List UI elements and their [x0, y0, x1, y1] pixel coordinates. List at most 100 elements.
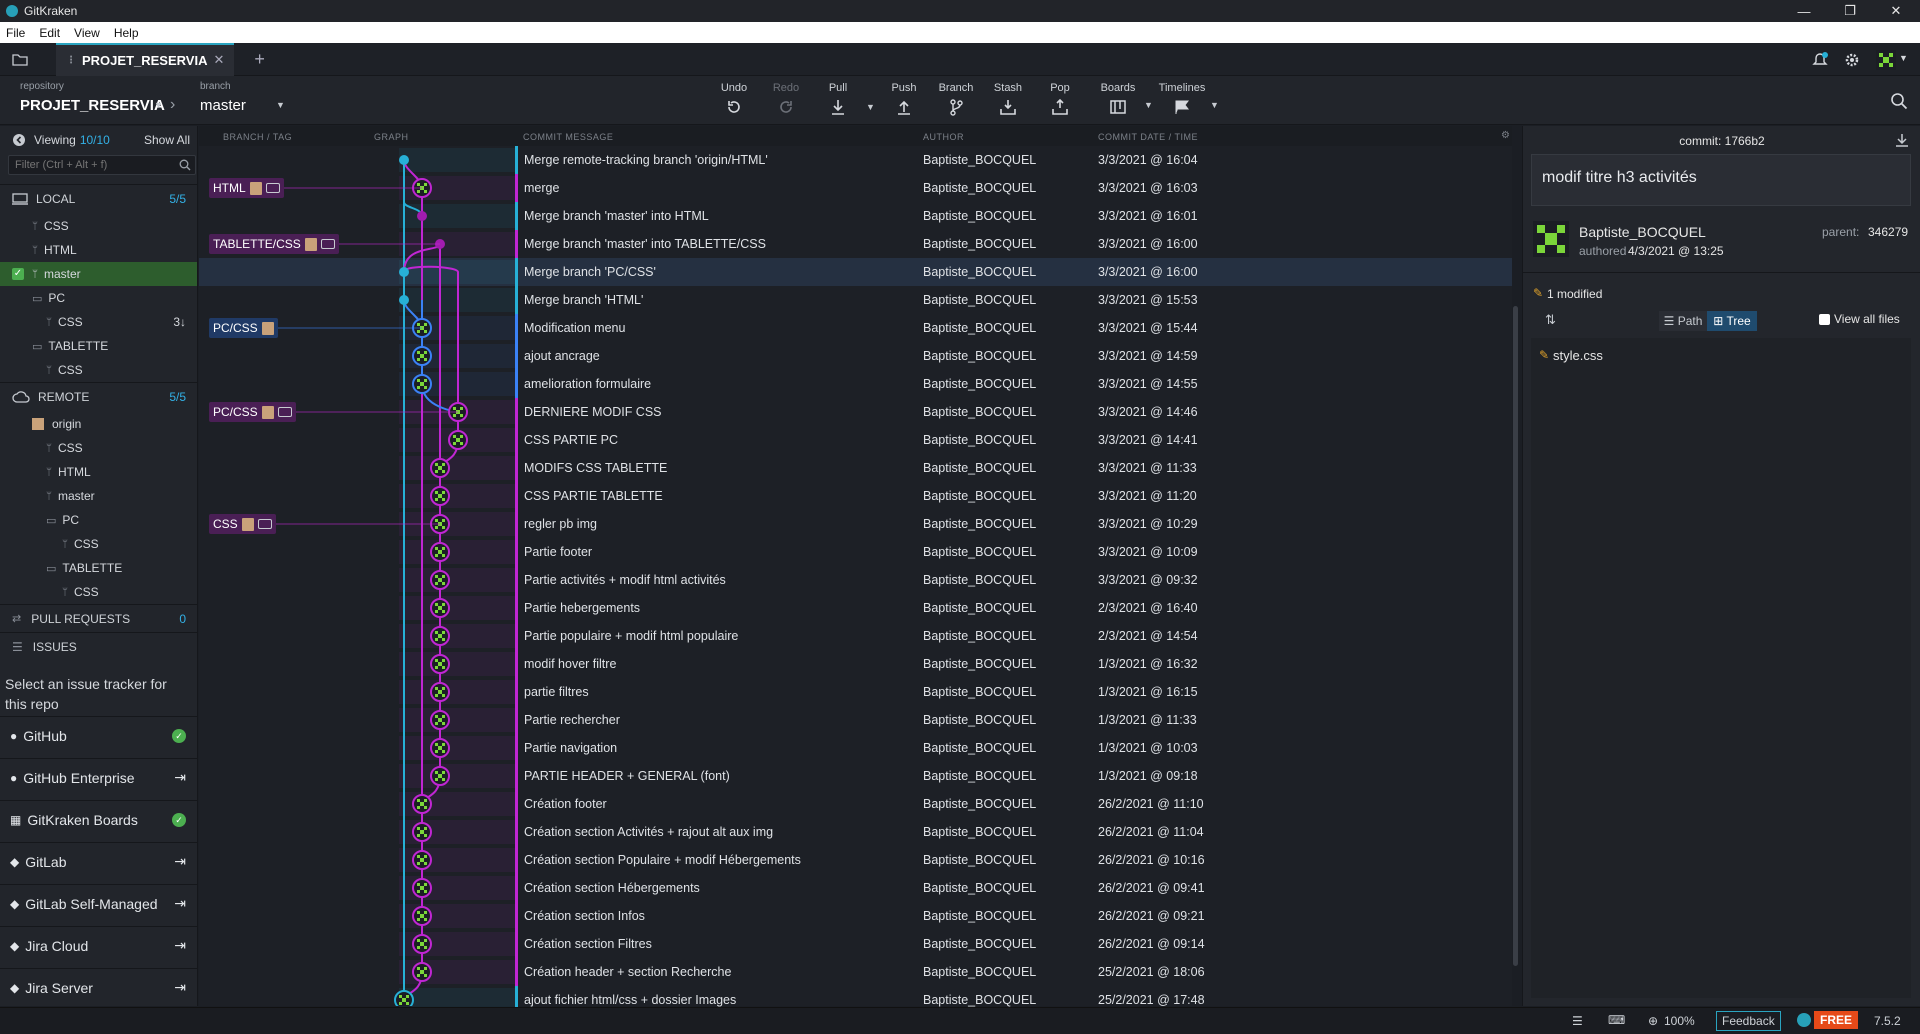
- remote-branch-master[interactable]: ᛘ master: [0, 484, 197, 508]
- view-all-files-checkbox[interactable]: [1819, 314, 1830, 325]
- commit-summary-box[interactable]: modif titre h3 activités: [1531, 154, 1911, 206]
- timelines-chevron-icon[interactable]: ▼: [1210, 100, 1219, 110]
- pull-requests-section[interactable]: ⇄ PULL REQUESTS 0: [0, 604, 197, 632]
- local-branch-master[interactable]: ✓ ᛘ master: [0, 262, 197, 286]
- local-folder-tablette[interactable]: ▭ TABLETTE: [0, 334, 197, 358]
- commit-message: ajout fichier html/css + dossier Images: [524, 993, 737, 1007]
- branch-tag[interactable]: HTML: [209, 178, 284, 198]
- close-window-button[interactable]: ✕: [1873, 0, 1919, 22]
- branch-tag[interactable]: CSS: [209, 514, 276, 534]
- commit-node: [412, 934, 432, 954]
- stash-button[interactable]: Stash: [984, 82, 1032, 116]
- branch-tag[interactable]: PC/CSS: [209, 318, 278, 338]
- integration-jira-server[interactable]: ◆ Jira Server ⇥: [0, 968, 197, 1006]
- branch-button[interactable]: Branch: [932, 82, 980, 116]
- integration-gitlab-self-managed[interactable]: ◆ GitLab Self-Managed ⇥: [0, 884, 197, 922]
- branch-tag[interactable]: PC/CSS: [209, 402, 296, 422]
- local-branch-html[interactable]: ᛘ HTML: [0, 238, 197, 262]
- download-patch-icon[interactable]: [1895, 133, 1909, 147]
- integration-gitlab[interactable]: ◆ GitLab ⇥: [0, 842, 197, 880]
- remote-folder-pc[interactable]: ▭ PC: [0, 508, 197, 532]
- menu-edit[interactable]: Edit: [39, 26, 60, 40]
- account-menu-chevron-icon[interactable]: ▼: [1899, 53, 1908, 63]
- local-branch-pc-css[interactable]: ᛘ CSS 3↓: [0, 310, 197, 334]
- integration-github-enterprise[interactable]: ● GitHub Enterprise ⇥: [0, 758, 197, 796]
- filter-input[interactable]: [9, 156, 169, 174]
- commit-sha[interactable]: 1766b2: [1725, 134, 1765, 148]
- remote-branch-tablette-css[interactable]: ᛘ CSS: [0, 580, 197, 604]
- zoom-icon[interactable]: ⊕: [1648, 1014, 1658, 1028]
- local-folder-pc[interactable]: ▭ PC: [0, 286, 197, 310]
- zoom-level[interactable]: 100%: [1664, 1014, 1695, 1028]
- column-settings-gear-icon[interactable]: ⚙: [1501, 130, 1510, 141]
- timelines-button[interactable]: Timelines: [1158, 82, 1206, 116]
- boards-chevron-icon[interactable]: ▼: [1144, 100, 1153, 110]
- integration-jira-cloud[interactable]: ◆ Jira Cloud ⇥: [0, 926, 197, 964]
- remote-section-header[interactable]: REMOTE 5/5: [0, 382, 197, 410]
- branch-label: branch: [200, 81, 231, 92]
- list-view-icon[interactable]: ☰: [1572, 1014, 1583, 1028]
- push-button[interactable]: Push: [880, 82, 928, 116]
- commit-node: [430, 738, 450, 758]
- remote-branch-pc-css[interactable]: ᛘ CSS: [0, 532, 197, 556]
- maximize-button[interactable]: ❐: [1827, 0, 1873, 22]
- local-section-header[interactable]: LOCAL 5/5: [0, 184, 197, 212]
- undo-button[interactable]: Undo: [710, 82, 758, 116]
- tree-view-button[interactable]: ⊞ Tree: [1707, 311, 1757, 331]
- commit-date: 3/3/2021 @ 11:20: [1098, 489, 1197, 503]
- commit-node: [399, 295, 409, 305]
- remote-origin[interactable]: origin: [0, 412, 197, 436]
- plan-badge[interactable]: FREE: [1814, 1011, 1859, 1029]
- commit-author: Baptiste_BOCQUEL: [923, 349, 1037, 363]
- repo-tab[interactable]: ⋮ PROJET_RESERVIA ✕: [56, 42, 235, 76]
- menu-help[interactable]: Help: [114, 26, 139, 40]
- branch-tag[interactable]: TABLETTE/CSS: [209, 234, 339, 254]
- settings-gear-icon[interactable]: [1844, 52, 1860, 68]
- search-icon[interactable]: [1890, 92, 1908, 110]
- local-branch-css[interactable]: ᛘ CSS: [0, 214, 197, 238]
- graph-scrollbar[interactable]: [1513, 306, 1518, 966]
- issues-section[interactable]: ☰ ISSUES: [0, 632, 197, 660]
- pop-button[interactable]: Pop: [1036, 82, 1084, 116]
- local-branch-tablette-css[interactable]: ᛘ CSS: [0, 358, 197, 382]
- date-column[interactable]: COMMIT DATE / TIME: [1098, 132, 1198, 142]
- repo-dropdown-chevron-icon[interactable]: ▼: [154, 100, 163, 110]
- user-avatar[interactable]: [1876, 50, 1896, 70]
- branch-dropdown-chevron-icon[interactable]: ▼: [276, 100, 285, 110]
- remote-folder-tablette[interactable]: ▭ TABLETTE: [0, 556, 197, 580]
- branch-selector[interactable]: master: [200, 97, 246, 114]
- file-item-style-css[interactable]: style.css: [1553, 348, 1603, 363]
- pencil-icon: ✎: [1539, 348, 1550, 362]
- path-view-button[interactable]: ☰ Path: [1659, 311, 1707, 331]
- remote-branch-css[interactable]: ᛘ CSS: [0, 436, 197, 460]
- pull-requests-count: 0: [179, 611, 186, 626]
- close-tab-icon[interactable]: ✕: [213, 52, 224, 68]
- redo-button[interactable]: Redo: [762, 82, 810, 116]
- notification-bell-icon[interactable]: [1812, 52, 1828, 68]
- repository-selector[interactable]: PROJET_RESERVIA: [20, 97, 165, 114]
- sort-icon[interactable]: ⇅: [1545, 312, 1556, 328]
- integration-github[interactable]: ● GitHub ✓: [0, 716, 197, 754]
- remote-branch-html[interactable]: ᛘ HTML: [0, 460, 197, 484]
- new-tab-button[interactable]: +: [254, 49, 265, 70]
- folder-icon: ▭: [32, 340, 43, 353]
- message-column[interactable]: COMMIT MESSAGE: [523, 132, 613, 142]
- feedback-button[interactable]: Feedback: [1716, 1011, 1781, 1031]
- show-all-button[interactable]: Show All: [144, 133, 190, 147]
- keyboard-icon[interactable]: ⌨: [1608, 1013, 1625, 1027]
- author-column[interactable]: AUTHOR: [923, 132, 964, 142]
- boards-button[interactable]: Boards: [1094, 82, 1142, 116]
- commit-message: Création section Hébergements: [524, 881, 700, 895]
- pull-request-icon: ⇄: [12, 613, 22, 625]
- folder-icon[interactable]: [12, 53, 28, 66]
- parent-sha[interactable]: 346279: [1868, 225, 1908, 239]
- integration-gitkraken-boards[interactable]: ▦ GitKraken Boards ✓: [0, 800, 197, 838]
- pull-button[interactable]: Pull: [814, 82, 862, 116]
- minimize-button[interactable]: —: [1781, 0, 1827, 22]
- collapse-sidebar-icon[interactable]: [12, 133, 26, 147]
- commit-author: Baptiste_BOCQUEL: [923, 461, 1037, 475]
- pull-options-chevron-icon[interactable]: ▼: [866, 102, 875, 112]
- commit-node: [412, 374, 432, 394]
- menu-file[interactable]: File: [6, 26, 25, 40]
- menu-view[interactable]: View: [74, 26, 100, 40]
